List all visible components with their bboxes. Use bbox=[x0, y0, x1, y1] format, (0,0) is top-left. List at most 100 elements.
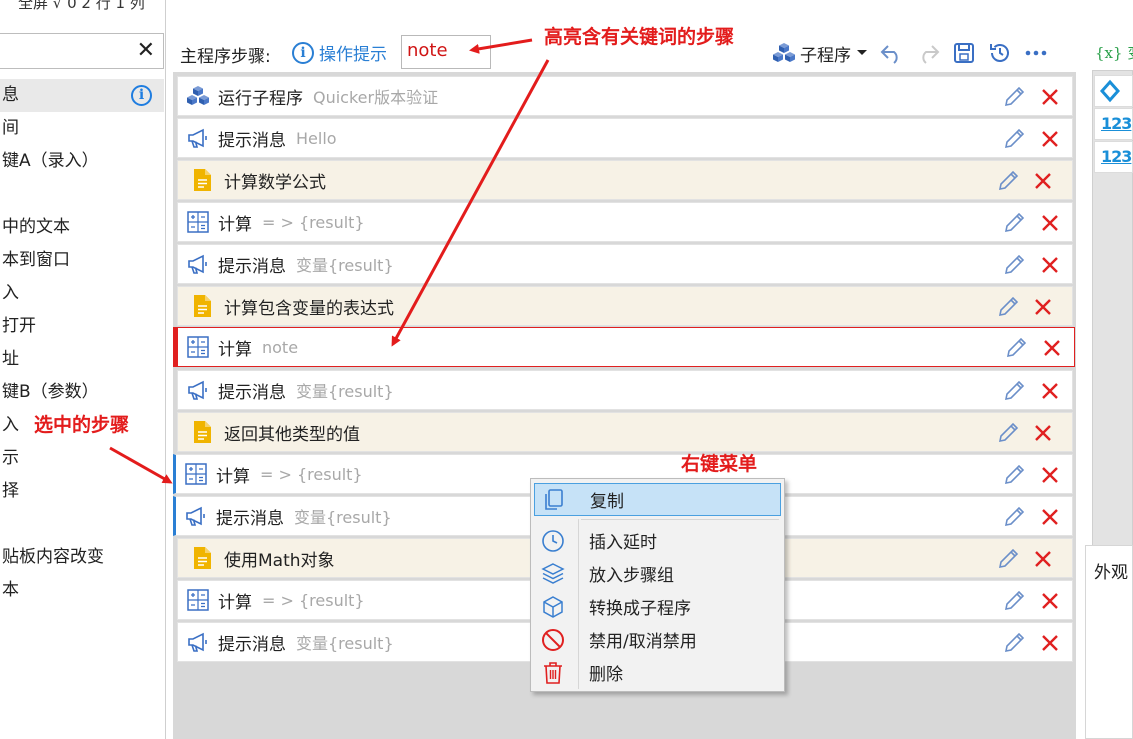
step-row[interactable]: 提示消息 Hello bbox=[177, 118, 1073, 158]
appearance-label: 外观 bbox=[1094, 563, 1128, 583]
edit-icon[interactable] bbox=[1002, 127, 1026, 151]
left-action-list: 息 i 间 键A（录入） 中的文本 本到窗口 入 打开 址 键B（参数） 入 示… bbox=[0, 79, 164, 607]
variable-item[interactable]: 123 bbox=[1094, 108, 1133, 140]
more-button[interactable] bbox=[1023, 40, 1049, 66]
edit-icon[interactable] bbox=[1002, 463, 1026, 487]
left-list-item[interactable]: 本 bbox=[0, 574, 164, 607]
history-button[interactable] bbox=[987, 40, 1013, 66]
left-search-box[interactable]: ✕ bbox=[0, 33, 164, 69]
left-list-item[interactable] bbox=[0, 508, 164, 541]
trash-icon bbox=[544, 661, 562, 684]
delete-icon[interactable] bbox=[1038, 211, 1062, 235]
calculator-icon bbox=[185, 463, 207, 485]
appearance-tab[interactable]: 外观 bbox=[1085, 545, 1133, 739]
step-title: 提示消息 bbox=[218, 256, 286, 277]
menu-item-insert-delay[interactable]: 插入延时 bbox=[534, 524, 781, 557]
delete-icon[interactable] bbox=[1038, 589, 1062, 613]
edit-icon[interactable] bbox=[1002, 253, 1026, 277]
step-row[interactable]: 提示消息 变量{result} bbox=[177, 244, 1073, 284]
delete-icon[interactable] bbox=[1038, 379, 1062, 403]
delete-icon[interactable] bbox=[1031, 547, 1055, 571]
step-row[interactable]: 运行子程序 Quicker版本验证 bbox=[177, 76, 1073, 116]
left-list-item[interactable]: 示 bbox=[0, 442, 164, 475]
note-icon bbox=[194, 295, 211, 317]
left-list-item[interactable]: 本到窗口 bbox=[0, 244, 164, 277]
step-summary: = > {result} bbox=[262, 212, 365, 232]
left-item-label: 贴板内容改变 bbox=[2, 547, 104, 567]
cubes-icon bbox=[187, 86, 209, 105]
menu-item-group[interactable]: 放入步骤组 bbox=[534, 557, 781, 590]
step-row-highlighted[interactable]: 计算 note bbox=[173, 327, 1075, 367]
menu-item-copy[interactable]: 复制 bbox=[534, 483, 781, 516]
delete-icon[interactable] bbox=[1031, 421, 1055, 445]
left-list-item[interactable]: 键A（录入） bbox=[0, 145, 164, 178]
delete-icon[interactable] bbox=[1031, 295, 1055, 319]
left-list-item[interactable]: 间 bbox=[0, 112, 164, 145]
left-list-item[interactable]: 址 bbox=[0, 343, 164, 376]
delete-icon[interactable] bbox=[1040, 336, 1064, 360]
delete-icon[interactable] bbox=[1031, 169, 1055, 193]
variable-item[interactable]: 123 bbox=[1094, 141, 1133, 173]
left-list-item[interactable]: 打开 bbox=[0, 310, 164, 343]
step-row-note[interactable]: 计算数学公式 bbox=[177, 160, 1073, 200]
left-item-label: 打开 bbox=[2, 316, 36, 336]
delete-icon[interactable] bbox=[1038, 253, 1062, 277]
info-icon[interactable]: i bbox=[131, 85, 152, 106]
menu-item-label: 禁用/取消禁用 bbox=[589, 632, 697, 652]
delete-icon[interactable] bbox=[1038, 631, 1062, 655]
calculator-icon bbox=[187, 336, 209, 358]
edit-icon[interactable] bbox=[996, 421, 1020, 445]
delete-icon[interactable] bbox=[1038, 505, 1062, 529]
megaphone-icon bbox=[188, 254, 207, 274]
edit-icon[interactable] bbox=[996, 295, 1020, 319]
left-list-item[interactable]: 入 bbox=[0, 277, 164, 310]
edit-icon[interactable] bbox=[996, 547, 1020, 571]
redo-button[interactable] bbox=[915, 40, 941, 66]
step-row-note[interactable]: 返回其他类型的值 bbox=[177, 412, 1073, 452]
menu-item-delete[interactable]: 删除 bbox=[534, 656, 781, 689]
edit-icon[interactable] bbox=[1002, 211, 1026, 235]
menu-item-label: 放入步骤组 bbox=[589, 566, 674, 586]
step-title: 提示消息 bbox=[218, 130, 286, 151]
left-list-item[interactable]: 贴板内容改变 bbox=[0, 541, 164, 574]
menu-separator bbox=[581, 519, 779, 520]
delete-icon[interactable] bbox=[1038, 127, 1062, 151]
undo-button[interactable] bbox=[879, 40, 905, 66]
step-title: 运行子程序 bbox=[218, 88, 303, 109]
edit-icon[interactable] bbox=[1002, 379, 1026, 403]
edit-icon[interactable] bbox=[1002, 589, 1026, 613]
edit-icon[interactable] bbox=[1002, 85, 1026, 109]
close-icon[interactable]: ✕ bbox=[137, 38, 155, 64]
left-list-item[interactable]: 息 i bbox=[0, 79, 164, 112]
delete-icon[interactable] bbox=[1038, 463, 1062, 487]
menu-item-to-subprogram[interactable]: 转换成子程序 bbox=[534, 590, 781, 623]
step-row[interactable]: 计算 = > {result} bbox=[177, 202, 1073, 242]
delete-icon[interactable] bbox=[1038, 85, 1062, 109]
edit-icon[interactable] bbox=[1002, 631, 1026, 655]
menu-item-toggle-disable[interactable]: 禁用/取消禁用 bbox=[534, 623, 781, 656]
step-title: 计算 bbox=[218, 214, 252, 235]
calculator-icon bbox=[187, 589, 209, 611]
history-icon bbox=[990, 44, 1009, 62]
step-row[interactable]: 提示消息 变量{result} bbox=[177, 370, 1073, 410]
left-list-item[interactable]: 择 bbox=[0, 475, 164, 508]
left-list-item[interactable]: 中的文本 bbox=[0, 211, 164, 244]
save-button[interactable] bbox=[951, 40, 977, 66]
megaphone-icon bbox=[188, 128, 207, 148]
ban-icon bbox=[542, 628, 564, 651]
step-row-note[interactable]: 计算包含变量的表达式 bbox=[177, 286, 1073, 326]
highlight-bar bbox=[174, 328, 178, 366]
step-title: 计算 bbox=[218, 592, 252, 613]
left-item-label: 择 bbox=[2, 481, 19, 501]
operation-hint-link[interactable]: i 操作提示 bbox=[292, 40, 387, 65]
edit-icon[interactable] bbox=[1004, 336, 1028, 360]
left-list-item[interactable] bbox=[0, 178, 164, 211]
step-search-input[interactable]: note bbox=[401, 35, 491, 69]
left-list-item[interactable]: 键B（参数） bbox=[0, 376, 164, 409]
subprogram-dropdown[interactable]: 子程序 bbox=[772, 41, 869, 66]
edit-icon[interactable] bbox=[996, 169, 1020, 193]
variable-item[interactable] bbox=[1094, 75, 1133, 107]
step-title: 提示消息 bbox=[218, 382, 286, 403]
edit-icon[interactable] bbox=[1002, 505, 1026, 529]
left-item-label: 入 bbox=[2, 283, 19, 303]
